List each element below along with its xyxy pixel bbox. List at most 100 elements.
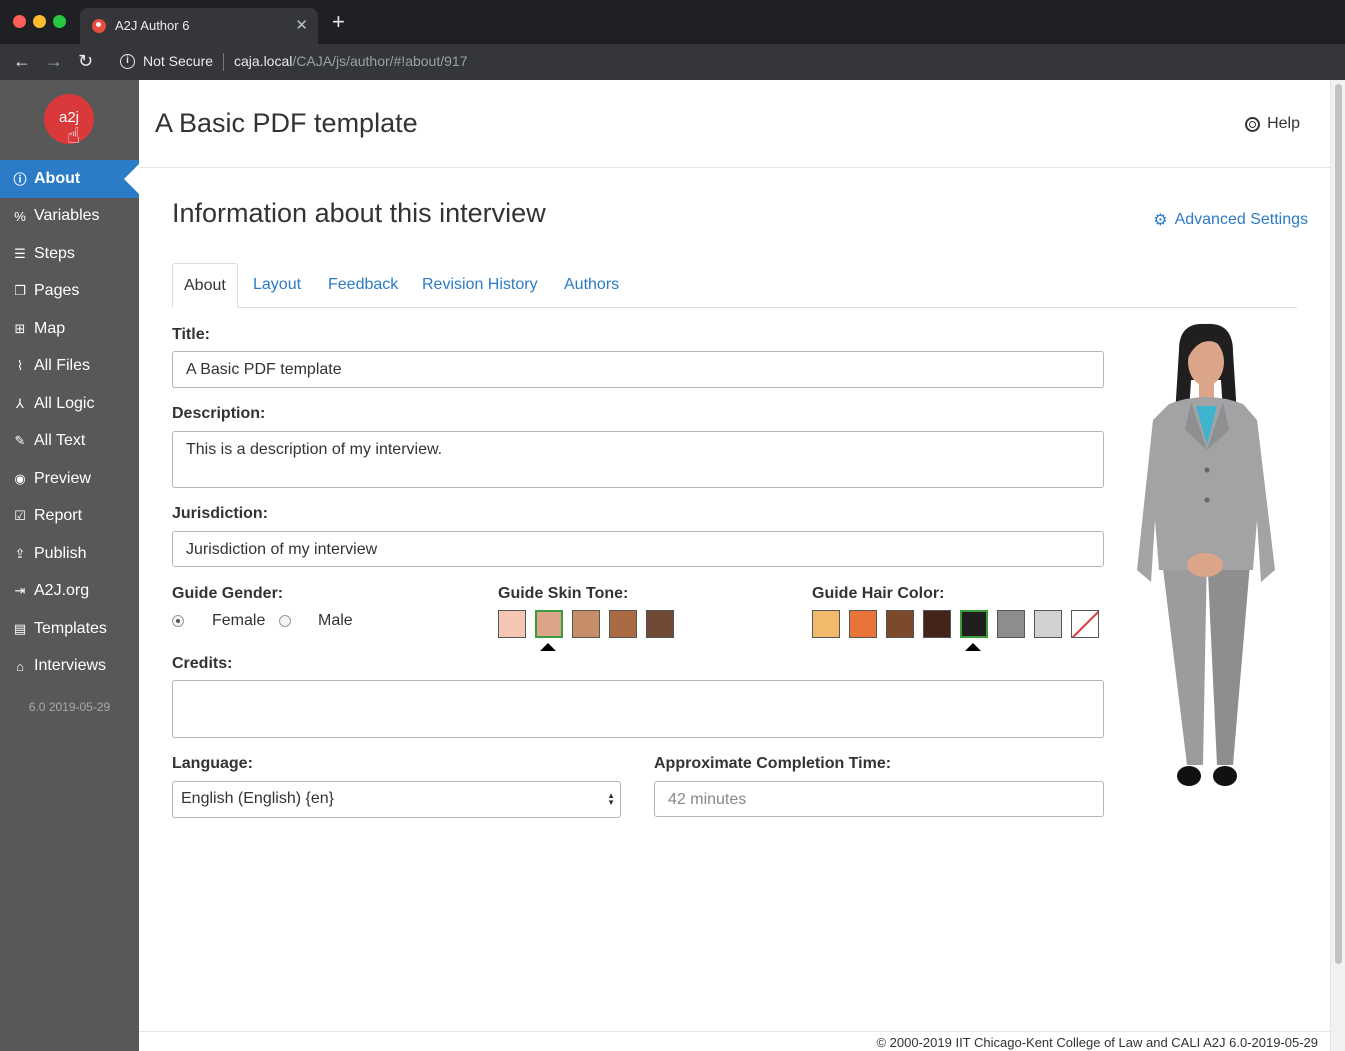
paperclip-icon: ⌇ [16,358,24,374]
hair-color-swatch[interactable] [923,610,951,638]
sidebar-item-label: Preview [34,469,91,487]
sidebar-item-interviews[interactable]: ⌂ Interviews [0,648,139,686]
gender-female-label[interactable]: Female [212,612,265,630]
sidebar-item-steps[interactable]: ☰ Steps [0,235,139,273]
scrollbar-thumb[interactable] [1335,84,1342,964]
sidebar-item-all-text[interactable]: ✎ All Text [0,423,139,461]
advanced-settings-label: Advanced Settings [1174,211,1308,228]
forward-arrow-icon[interactable]: → [45,51,63,71]
page-header: A Basic PDF template Help [139,80,1330,168]
hair-color-swatch[interactable] [812,610,840,638]
sidebar-item-about[interactable]: ⓘ About [0,160,140,198]
gender-female-radio[interactable] [172,615,184,627]
url-path: /CAJA/js/author/#!about/917 [292,53,468,69]
document-icon: ▤ [13,620,27,636]
close-window-button[interactable] [13,15,26,28]
sidebar-item-pages[interactable]: ❐ Pages [0,273,139,311]
site-info-icon[interactable]: i [120,54,135,69]
sidebar-item-preview[interactable]: ◉ Preview [0,460,139,498]
maximize-window-button[interactable] [53,15,66,28]
tab-feedback[interactable]: Feedback [317,263,409,308]
title-label: Title: [172,326,210,343]
title-input[interactable]: A Basic PDF template [172,351,1104,388]
sidebar-item-variables[interactable]: % Variables [0,198,139,236]
tab-authors[interactable]: Authors [553,263,630,308]
address-bar: ← → ↻ i Not Secure caja.local/CAJA/js/au… [0,44,1345,80]
list-icon: ☰ [14,245,26,261]
skin-tone-swatch[interactable] [609,610,637,638]
help-button[interactable]: Help [1245,115,1300,133]
tab-title: A2J Author 6 [115,18,190,33]
advanced-settings-link[interactable]: ⚙ Advanced Settings [1153,210,1308,230]
sidebar-item-report[interactable]: ☑ Report [0,498,139,536]
sidebar-item-label: All Files [34,357,91,375]
footer-copyright: © 2000-2019 IIT Chicago-Kent College of … [139,1031,1330,1051]
hair-color-none-swatch[interactable] [1071,610,1099,638]
address-divider [223,53,224,71]
credits-textarea[interactable] [172,680,1104,738]
pencil-icon: ✎ [14,433,26,449]
logic-icon: ⅄ [16,395,24,411]
description-textarea[interactable]: This is a description of my interview. [172,431,1104,488]
sidebar-item-templates[interactable]: ▤ Templates [0,610,139,648]
sidebar: a2j ☝ ⓘ About % Variables ☰ Steps ❐ Pages ⊞ M… [0,80,140,1051]
sidebar-item-label: A2J.org [34,582,90,600]
favicon-icon [92,19,106,33]
browser-titlebar: A2J Author 6 ✕ + [0,0,1345,44]
info-icon: ⓘ [13,172,27,188]
url-field[interactable]: caja.local/CAJA/js/author/#!about/917 [234,53,467,69]
gender-male-radio[interactable] [279,615,291,627]
hair-color-swatch[interactable] [1034,610,1062,638]
language-select[interactable]: English (English) {en} ▲ ▼ [172,781,621,818]
tab-layout[interactable]: Layout [242,263,312,308]
tab-close-icon[interactable]: ✕ [295,16,308,34]
sidebar-item-label: Interviews [34,657,107,675]
lifebuoy-icon [1245,116,1261,132]
minimize-window-button[interactable] [33,15,46,28]
hair-color-swatch-selected[interactable] [960,610,988,638]
hair-color-swatch[interactable] [886,610,914,638]
tab-about[interactable]: About [172,263,238,308]
url-host: caja.local [234,53,293,69]
gender-male-label[interactable]: Male [318,612,353,630]
sidebar-item-publish[interactable]: ⇪ Publish [0,535,139,573]
gear-icon: ⚙ [1153,212,1168,229]
skin-tone-swatch[interactable] [498,610,526,638]
security-label[interactable]: Not Secure [143,53,213,69]
description-label: Description: [172,405,266,422]
sidebar-item-label: Templates [34,619,107,637]
page-scrollbar[interactable] [1330,80,1345,1051]
version-label: 6.0 2019-05-29 [28,700,111,714]
back-arrow-icon[interactable]: ← [13,51,31,71]
sidebar-item-label: All Text [34,432,86,450]
browser-tab[interactable]: A2J Author 6 ✕ [80,8,318,44]
pages-icon: ❐ [14,283,26,299]
reload-icon[interactable]: ↻ [78,51,93,71]
sidebar-item-label: Steps [34,244,75,262]
page-title: A Basic PDF template [155,108,418,138]
sidebar-item-a2j-org[interactable]: ⇥ A2J.org [0,573,139,611]
help-label: Help [1267,115,1300,132]
hair-color-swatch[interactable] [997,610,1025,638]
sidebar-item-all-files[interactable]: ⌇ All Files [0,348,139,386]
credits-label: Credits: [172,655,233,672]
upload-icon: ⇪ [14,545,26,561]
main-content: A Basic PDF template Help Information ab… [139,80,1330,1051]
hair-color-swatch[interactable] [849,610,877,638]
tab-bar: About Layout Feedback Revision History A… [172,263,1297,308]
sidebar-item-all-logic[interactable]: ⅄ All Logic [0,385,139,423]
jurisdiction-input[interactable]: Jurisdiction of my interview [172,531,1104,567]
skin-tone-swatch[interactable] [646,610,674,638]
sidebar-item-map[interactable]: ⊞ Map [0,310,139,348]
completion-time-input[interactable]: 42 minutes [654,781,1104,817]
language-label: Language: [172,755,253,772]
language-selected-value: English (English) {en} [181,790,334,807]
bank-icon: ⌂ [16,658,24,674]
tab-revision-history[interactable]: Revision History [411,263,549,308]
skin-tone-swatch-selected[interactable] [535,610,563,638]
skin-tone-swatch[interactable] [572,610,600,638]
new-tab-button[interactable]: + [332,11,345,33]
guide-avatar-image [1137,323,1275,786]
sidebar-item-label: Variables [34,207,100,225]
sidebar-item-label: Map [34,319,66,337]
